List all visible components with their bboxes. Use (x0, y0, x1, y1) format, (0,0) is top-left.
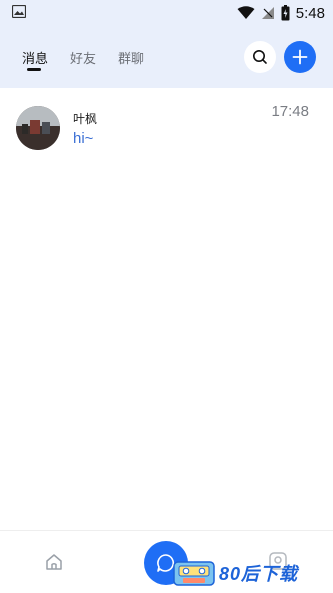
watermark-text: 80后下载 (219, 564, 299, 584)
search-button[interactable] (244, 41, 276, 73)
conversation-item[interactable]: 叶枫 hi~ 17:48 (0, 100, 333, 156)
conversation-last-message: hi~ (73, 130, 94, 147)
watermark: 80后下载 (173, 558, 298, 588)
tab-bar: 消息 好友 群聊 (22, 48, 166, 71)
status-bar: 5:48 (0, 0, 333, 26)
tab-friends[interactable]: 好友 (70, 48, 96, 67)
tab-messages[interactable]: 消息 (22, 48, 48, 71)
avatar (16, 106, 60, 150)
cassette-logo-icon (173, 561, 215, 586)
avatar-photo (16, 106, 60, 150)
wifi-icon (237, 6, 255, 19)
conversation-name: 叶枫 (73, 112, 98, 126)
home-icon[interactable] (44, 552, 64, 572)
bottom-nav: 80后下载 (0, 530, 333, 593)
add-button[interactable] (284, 41, 316, 73)
search-icon (253, 50, 267, 64)
image-icon (12, 5, 26, 18)
status-icons: 5:48 (237, 3, 325, 23)
conversation-time: 17:48 (271, 103, 309, 120)
plus-icon (292, 49, 308, 65)
header-area: 5:48 消息 好友 群聊 (0, 0, 333, 88)
status-time: 5:48 (295, 4, 325, 22)
battery-icon (281, 5, 290, 21)
tab-groups[interactable]: 群聊 (118, 48, 144, 67)
signal-icon (261, 7, 274, 19)
